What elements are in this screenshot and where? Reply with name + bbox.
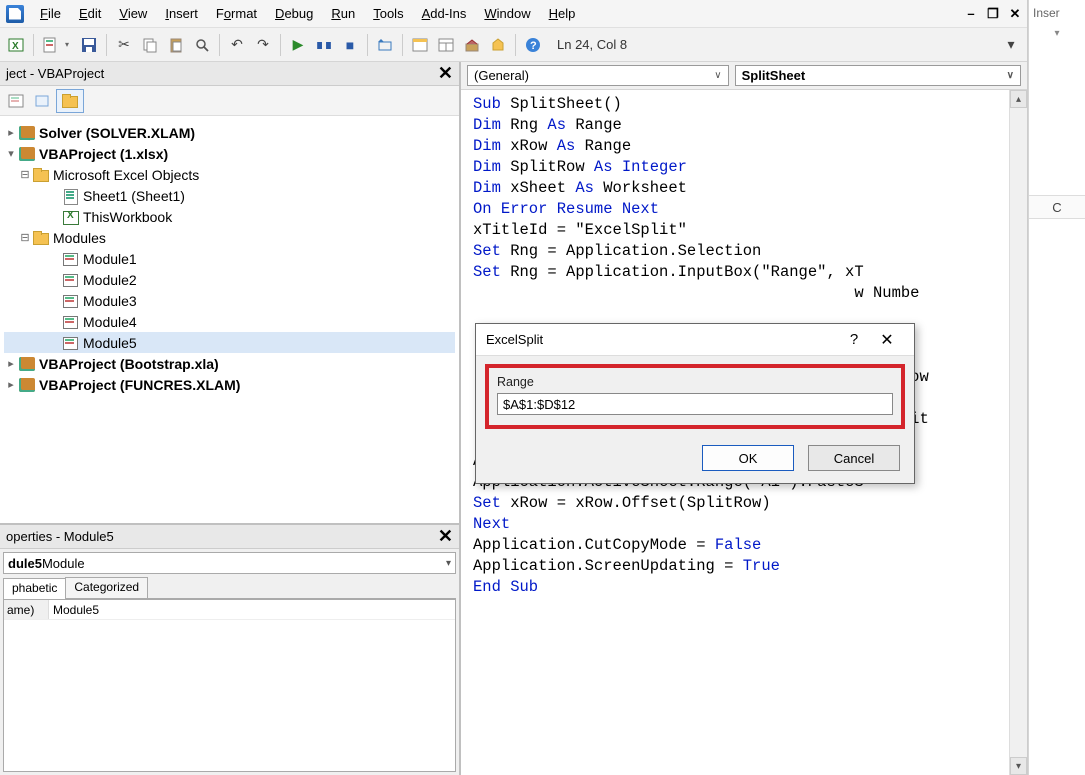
design-mode-icon[interactable] xyxy=(373,33,397,57)
dialog-close-icon[interactable]: ✕ xyxy=(870,330,904,350)
property-name-label: ame) xyxy=(4,600,49,619)
project-explorer-toolbar xyxy=(0,86,459,116)
properties-close-icon[interactable]: ✕ xyxy=(438,526,453,547)
menu-debug[interactable]: Debug xyxy=(267,2,321,25)
tree-node-solver[interactable]: ▸Solver (SOLVER.XLAM) xyxy=(4,122,455,143)
break-icon[interactable]: ∎∎ xyxy=(312,33,336,57)
menu-insert[interactable]: Insert xyxy=(157,2,206,25)
tab-categorized[interactable]: Categorized xyxy=(65,577,148,598)
range-input[interactable] xyxy=(497,393,893,415)
menu-edit[interactable]: Edit xyxy=(71,2,109,25)
toggle-folders-icon[interactable] xyxy=(56,89,84,113)
inputbox-dialog: ExcelSplit ? ✕ Range OK Cancel xyxy=(475,323,915,484)
properties-object-combo[interactable]: dule5 Module ▾ xyxy=(3,552,456,574)
svg-text:X: X xyxy=(12,41,19,52)
object-combo[interactable]: (General)∨ xyxy=(467,65,729,86)
scroll-up-icon[interactable]: ▴ xyxy=(1010,90,1027,108)
ribbon-tab-insert[interactable]: Inser xyxy=(1029,0,1085,26)
menu-format[interactable]: Format xyxy=(208,2,265,25)
tree-node-module2[interactable]: Module2 xyxy=(4,269,455,290)
svg-text:?: ? xyxy=(530,40,537,52)
tree-node-module4[interactable]: Module4 xyxy=(4,311,455,332)
tree-node-module3[interactable]: Module3 xyxy=(4,290,455,311)
tree-node-modules[interactable]: ⊟Modules xyxy=(4,227,455,248)
properties-title: operties - Module5 ✕ xyxy=(0,525,459,549)
scroll-down-icon[interactable]: ▾ xyxy=(1010,757,1027,775)
view-code-icon[interactable] xyxy=(4,89,28,113)
undo-icon[interactable]: ↶ xyxy=(225,33,249,57)
project-explorer-close-icon[interactable]: ✕ xyxy=(438,63,453,84)
chevron-down-icon: ∨ xyxy=(1007,70,1014,81)
chevron-down-icon: ∨ xyxy=(714,70,721,81)
tree-node-module1[interactable]: Module1 xyxy=(4,248,455,269)
procedure-combo[interactable]: SplitSheet∨ xyxy=(735,65,1021,86)
menu-bar: File Edit View Insert Format Debug Run T… xyxy=(0,0,1027,28)
tree-node-vbaproject[interactable]: ▾VBAProject (1.xlsx) xyxy=(4,143,455,164)
standard-toolbar: X ▾ ✂ ↶ ↷ ▶ ∎∎ ■ ? Ln 24, Col 8 ▾ xyxy=(0,28,1027,62)
view-excel-icon[interactable]: X xyxy=(4,33,28,57)
paste-icon[interactable] xyxy=(164,33,188,57)
project-explorer-title: ject - VBAProject ✕ xyxy=(0,62,459,86)
range-label: Range xyxy=(497,375,534,389)
help-icon[interactable]: ? xyxy=(521,33,545,57)
restore-button[interactable]: ❐ xyxy=(985,6,1001,22)
reset-icon[interactable]: ■ xyxy=(338,33,362,57)
copy-icon[interactable] xyxy=(138,33,162,57)
project-explorer-icon[interactable] xyxy=(408,33,432,57)
dialog-title: ExcelSplit xyxy=(486,332,543,347)
vertical-scrollbar[interactable]: ▴ ▾ xyxy=(1009,90,1027,775)
properties-grid[interactable]: ame) Module5 xyxy=(3,599,456,772)
menu-tools[interactable]: Tools xyxy=(365,2,411,25)
tree-node-thisworkbook[interactable]: ThisWorkbook xyxy=(4,206,455,227)
property-name-value[interactable]: Module5 xyxy=(49,600,99,619)
save-icon[interactable] xyxy=(77,33,101,57)
properties-title-text: operties - Module5 xyxy=(6,529,114,544)
property-row-name[interactable]: ame) Module5 xyxy=(4,600,455,620)
menu-file[interactable]: File xyxy=(32,2,69,25)
menu-help[interactable]: Help xyxy=(541,2,584,25)
tab-alphabetic[interactable]: phabetic xyxy=(3,578,66,599)
cut-icon[interactable]: ✂ xyxy=(112,33,136,57)
minimize-button[interactable]: – xyxy=(963,6,979,22)
tree-node-bootstrap[interactable]: ▸VBAProject (Bootstrap.xla) xyxy=(4,353,455,374)
menu-window[interactable]: Window xyxy=(476,2,538,25)
menu-run[interactable]: Run xyxy=(323,2,363,25)
tree-node-module5[interactable]: Module5 xyxy=(4,332,455,353)
cursor-position: Ln 24, Col 8 xyxy=(557,37,627,52)
redo-icon[interactable]: ↷ xyxy=(251,33,275,57)
menu-addins[interactable]: Add-Ins xyxy=(414,2,475,25)
properties-panel: operties - Module5 ✕ dule5 Module ▾ phab… xyxy=(0,523,459,775)
find-icon[interactable] xyxy=(190,33,214,57)
ok-button[interactable]: OK xyxy=(702,445,794,471)
insert-dropdown-icon[interactable]: ▾ xyxy=(65,40,75,49)
dialog-highlight-frame: Range xyxy=(485,364,905,429)
chevron-down-icon: ▾ xyxy=(446,558,451,569)
excel-window-strip: Inser ▾ C xyxy=(1028,0,1085,775)
app-icon xyxy=(6,5,24,23)
tree-node-funcres[interactable]: ▸VBAProject (FUNCRES.XLAM) xyxy=(4,374,455,395)
object-browser-icon[interactable] xyxy=(460,33,484,57)
properties-window-icon[interactable] xyxy=(434,33,458,57)
dialog-titlebar[interactable]: ExcelSplit ? ✕ xyxy=(476,324,914,356)
insert-module-icon[interactable] xyxy=(39,33,63,57)
chevron-down-icon[interactable]: ▾ xyxy=(1054,28,1059,39)
run-icon[interactable]: ▶ xyxy=(286,33,310,57)
project-tree[interactable]: ▸Solver (SOLVER.XLAM) ▾VBAProject (1.xls… xyxy=(0,116,459,523)
tree-node-excel-objects[interactable]: ⊟Microsoft Excel Objects xyxy=(4,164,455,185)
view-object-icon[interactable] xyxy=(30,89,54,113)
close-button[interactable]: ✕ xyxy=(1007,6,1023,22)
toolbox-icon[interactable] xyxy=(486,33,510,57)
column-header-c[interactable]: C xyxy=(1029,195,1085,219)
project-explorer-title-text: ject - VBAProject xyxy=(6,66,104,81)
menu-view[interactable]: View xyxy=(111,2,155,25)
tree-node-sheet1[interactable]: Sheet1 (Sheet1) xyxy=(4,185,455,206)
toolbar-options-icon[interactable]: ▾ xyxy=(999,33,1023,57)
cancel-button[interactable]: Cancel xyxy=(808,445,900,471)
dialog-help-icon[interactable]: ? xyxy=(838,331,870,348)
